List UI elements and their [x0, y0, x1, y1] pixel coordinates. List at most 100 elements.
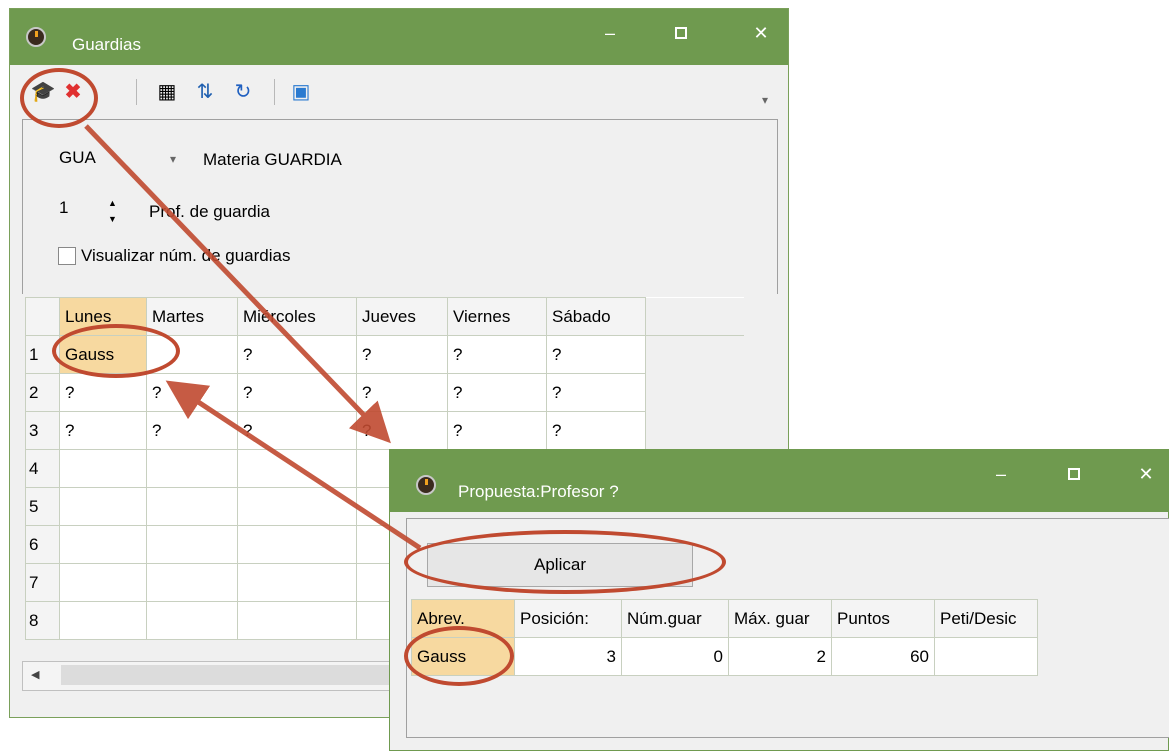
grid-cell[interactable] — [146, 525, 238, 564]
grid-cell[interactable]: ? — [237, 373, 357, 412]
prof-label: Prof. de guardia — [149, 202, 270, 221]
grid-cell[interactable] — [59, 487, 147, 526]
grid-cell[interactable] — [237, 449, 357, 488]
popup-title-bar: Propuesta:Profesor ? ‒ ✕ — [390, 450, 1168, 512]
grid-cell[interactable]: ? — [447, 373, 547, 412]
popup-minimize-button[interactable]: ‒ — [981, 460, 1021, 488]
clock-icon — [416, 475, 436, 495]
materia-select[interactable]: GUA ▾ — [53, 146, 203, 180]
grid-cell[interactable]: 3 — [514, 637, 622, 676]
grid-cell[interactable]: ? — [356, 411, 448, 450]
grid-cell[interactable] — [237, 601, 357, 640]
grid-cell[interactable] — [146, 487, 238, 526]
grid-cell[interactable]: ? — [146, 373, 238, 412]
chevron-down-icon: ▾ — [170, 152, 177, 166]
grid-cell[interactable]: ? — [59, 373, 147, 412]
grid-cell[interactable]: ? — [546, 411, 646, 450]
empty-header — [645, 297, 744, 336]
grid-cell[interactable]: ? — [146, 411, 238, 450]
toolbar-separator — [274, 79, 275, 105]
grid-cell[interactable]: ? — [356, 335, 448, 374]
col-header-posicion[interactable]: Posición: — [514, 599, 622, 638]
options-panel: GUA ▾ Materia GUARDIA 1 ▲ ▼ Prof. de gua… — [22, 119, 778, 294]
grid-cell[interactable]: ? — [237, 335, 357, 374]
grid-cell[interactable] — [146, 449, 238, 488]
popup-maximize-button[interactable] — [1054, 460, 1094, 488]
grid-cell[interactable]: ? — [546, 335, 646, 374]
grid-cell[interactable]: 60 — [831, 637, 935, 676]
annotation-ring-gauss-popup — [404, 626, 514, 686]
refresh-icon[interactable]: ↻ — [230, 79, 256, 105]
spin-down-icon[interactable]: ▼ — [108, 214, 117, 224]
export-icon[interactable]: ▣ — [288, 79, 314, 105]
chevron-down-icon[interactable]: ▾ — [752, 87, 778, 113]
popup-title: Propuesta:Profesor ? — [458, 482, 619, 501]
prof-stepper[interactable]: 1 ▲ ▼ — [53, 196, 123, 232]
row-header[interactable]: 4 — [25, 449, 60, 488]
grid-cell[interactable]: 0 — [621, 637, 729, 676]
table-row: 2?????? — [25, 373, 744, 412]
close-button[interactable]: ✕ — [741, 19, 781, 47]
spin-up-icon[interactable]: ▲ — [108, 198, 117, 208]
grid-cell[interactable]: 2 — [728, 637, 832, 676]
maximize-icon — [1068, 468, 1080, 480]
row-header[interactable]: 6 — [25, 525, 60, 564]
grid-cell[interactable] — [237, 563, 357, 602]
row-header[interactable]: 5 — [25, 487, 60, 526]
grid-cell[interactable] — [146, 563, 238, 602]
calculator-icon[interactable]: ▦ — [154, 79, 180, 105]
col-header-num-guar[interactable]: Núm.guar — [621, 599, 729, 638]
grid-cell[interactable] — [59, 525, 147, 564]
empty-cell — [645, 373, 744, 412]
grid-cell[interactable]: ? — [356, 373, 448, 412]
col-header-viernes[interactable]: Viernes — [447, 297, 547, 336]
annotation-ring-toolbar — [20, 68, 98, 128]
grid-cell[interactable]: ? — [237, 411, 357, 450]
col-header-max-guar[interactable]: Máx. guar — [728, 599, 832, 638]
prof-value: 1 — [59, 198, 69, 217]
materia-code: GUA — [59, 148, 96, 167]
maximize-icon — [675, 27, 687, 39]
grid-cell[interactable] — [237, 525, 357, 564]
visualizar-label: Visualizar núm. de guardias — [81, 246, 291, 265]
grid-cell[interactable] — [237, 487, 357, 526]
corner-cell — [25, 297, 60, 336]
row-header[interactable]: 3 — [25, 411, 60, 450]
col-header-jueves[interactable]: Jueves — [356, 297, 448, 336]
materia-label: Materia GUARDIA — [203, 150, 342, 169]
grid-cell[interactable]: ? — [546, 373, 646, 412]
row-header[interactable]: 2 — [25, 373, 60, 412]
transfer-icon[interactable]: ⇅ — [192, 79, 218, 105]
grid-cell[interactable] — [146, 601, 238, 640]
grid-cell[interactable]: ? — [59, 411, 147, 450]
grid-cell[interactable]: ? — [447, 335, 547, 374]
propuesta-window: Propuesta:Profesor ? ‒ ✕ Aplicar Abrev. … — [389, 449, 1169, 751]
empty-cell — [645, 411, 744, 450]
title-bar: Guardias ‒ ✕ — [10, 9, 788, 65]
col-header-miercoles[interactable]: Miércoles — [237, 297, 357, 336]
grid-cell[interactable] — [59, 449, 147, 488]
col-header-martes[interactable]: Martes — [146, 297, 238, 336]
annotation-ring-aplicar — [404, 530, 726, 594]
col-header-sabado[interactable]: Sábado — [546, 297, 646, 336]
window-title: Guardias — [72, 35, 141, 54]
grid-cell[interactable] — [59, 601, 147, 640]
grid-cell[interactable] — [934, 637, 1038, 676]
col-header-peti-desic[interactable]: Peti/Desic — [934, 599, 1038, 638]
toolbar: 🎓 ✖ ▦ ⇅ ↻ ▣ ▾ — [14, 71, 768, 111]
toolbar-separator — [136, 79, 137, 105]
clock-icon — [26, 27, 46, 47]
propuesta-header-row: Abrev. Posición: Núm.guar Máx. guar Punt… — [411, 599, 1038, 638]
minimize-button[interactable]: ‒ — [590, 19, 630, 47]
popup-close-button[interactable]: ✕ — [1126, 460, 1166, 488]
row-header[interactable]: 7 — [25, 563, 60, 602]
grid-cell[interactable]: ? — [447, 411, 547, 450]
maximize-button[interactable] — [661, 19, 701, 47]
annotation-ring-gauss-cell — [52, 324, 180, 378]
visualizar-checkbox[interactable] — [58, 247, 76, 265]
row-header[interactable]: 8 — [25, 601, 60, 640]
grid-cell[interactable] — [59, 563, 147, 602]
scroll-left-icon[interactable]: ◀ — [31, 668, 39, 681]
col-header-puntos[interactable]: Puntos — [831, 599, 935, 638]
empty-cell — [645, 335, 744, 374]
